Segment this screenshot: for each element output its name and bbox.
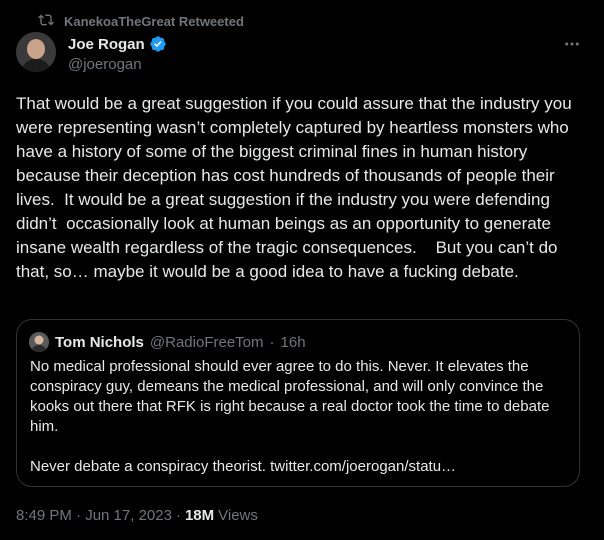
meta-separator: ·: [175, 506, 181, 524]
quoted-tweet[interactable]: Tom Nichols @RadioFreeTom · 16h No medic…: [16, 319, 580, 487]
quoted-separator: ·: [269, 333, 275, 351]
views-count: 18M: [184, 506, 215, 524]
more-options-icon[interactable]: [560, 32, 584, 56]
quoted-author-avatar[interactable]: [29, 332, 49, 352]
tweet-timestamp[interactable]: 8:49 PM · Jun 17, 2023: [16, 507, 172, 524]
retweet-icon: [38, 12, 54, 31]
quoted-author-handle[interactable]: @RadioFreeTom: [150, 334, 264, 351]
views-label: Views: [218, 506, 258, 524]
author-block: Joe Rogan @joerogan: [68, 34, 167, 73]
quoted-tweet-text: No medical professional should ever agre…: [30, 358, 550, 475]
retweet-label: KanekoaTheGreat Retweeted: [64, 13, 244, 29]
quoted-tweet-header: Tom Nichols @RadioFreeTom · 16h: [29, 332, 306, 352]
author-avatar[interactable]: [16, 32, 56, 72]
tweet-text: That would be a great suggestion if you …: [16, 94, 577, 281]
tweet-meta: 8:49 PM · Jun 17, 2023 · 18M Views: [16, 505, 258, 525]
author-name[interactable]: Joe Rogan: [68, 36, 145, 53]
verified-badge-icon[interactable]: [149, 35, 167, 53]
author-handle[interactable]: @joerogan: [68, 56, 167, 73]
quoted-time[interactable]: 16h: [281, 334, 306, 351]
quoted-author-name[interactable]: Tom Nichols: [55, 334, 144, 351]
retweet-context[interactable]: KanekoaTheGreat Retweeted: [38, 12, 244, 30]
